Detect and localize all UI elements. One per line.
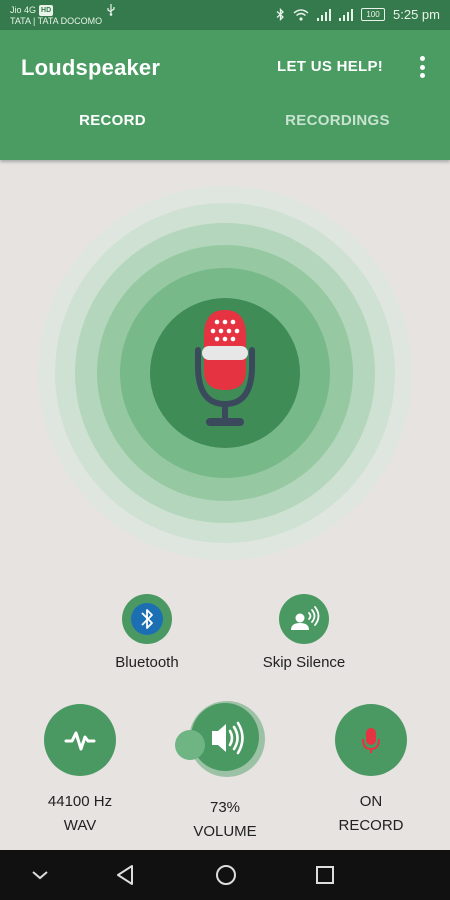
signal-icon bbox=[317, 8, 332, 21]
back-icon bbox=[117, 865, 133, 885]
status-icons: 100 5:25 pm bbox=[276, 7, 440, 22]
volume-info: 73% VOLUME bbox=[155, 796, 295, 844]
record-button[interactable] bbox=[150, 298, 300, 448]
navigation-bar bbox=[0, 850, 450, 900]
chevron-down-icon bbox=[32, 871, 48, 880]
speaking-person-icon bbox=[291, 606, 320, 630]
skip-silence-button[interactable] bbox=[279, 594, 329, 644]
wifi-icon bbox=[293, 8, 309, 21]
file-type: WAV bbox=[63, 817, 97, 834]
microphone-small-icon bbox=[362, 728, 380, 753]
record-mode-button[interactable] bbox=[335, 704, 407, 776]
clock: 5:25 pm bbox=[393, 7, 440, 22]
record-ripple bbox=[38, 186, 412, 560]
recents-icon bbox=[316, 866, 334, 884]
volume-label: VOLUME bbox=[193, 823, 257, 840]
record-mode-state: ON bbox=[359, 793, 383, 810]
usb-icon bbox=[107, 4, 115, 16]
home-icon bbox=[216, 865, 236, 885]
sample-rate: 44100 Hz bbox=[47, 793, 113, 810]
skip-silence-label: Skip Silence bbox=[262, 654, 346, 671]
volume-control[interactable] bbox=[168, 700, 268, 780]
nav-home-button[interactable] bbox=[196, 850, 256, 900]
format-info: 44100 Hz WAV bbox=[10, 790, 150, 838]
overflow-menu-icon[interactable] bbox=[416, 54, 428, 80]
bluetooth-icon bbox=[131, 603, 163, 635]
waveform-icon bbox=[64, 731, 96, 751]
record-mode-info: ON RECORD bbox=[301, 790, 441, 838]
nav-hide-button[interactable] bbox=[10, 850, 70, 900]
nav-recents-button[interactable] bbox=[295, 850, 355, 900]
bluetooth-label: Bluetooth bbox=[115, 654, 179, 671]
bluetooth-button[interactable] bbox=[122, 594, 172, 644]
nav-back-button[interactable] bbox=[95, 850, 155, 900]
hd-badge: HD bbox=[39, 4, 54, 16]
help-button[interactable]: LET US HELP! bbox=[277, 58, 383, 75]
carrier-secondary: TATA | TATA DOCOMO bbox=[10, 16, 103, 26]
signal-icon-2 bbox=[339, 8, 354, 21]
format-button[interactable] bbox=[44, 704, 116, 776]
record-mode-label: RECORD bbox=[338, 817, 404, 834]
tab-record[interactable]: RECORD bbox=[0, 112, 225, 129]
carrier-primary: Jio 4G bbox=[10, 4, 37, 15]
volume-value: 73% bbox=[209, 799, 241, 816]
carrier-info: Jio 4G HD TATA | TATA DOCOMO bbox=[10, 4, 116, 27]
app-bar: Loudspeaker LET US HELP! RECORD RECORDIN… bbox=[0, 30, 450, 160]
battery-icon: 100 bbox=[361, 8, 386, 21]
app-title: Loudspeaker bbox=[21, 55, 161, 80]
bluetooth-status-icon bbox=[276, 8, 284, 21]
status-bar: Jio 4G HD TATA | TATA DOCOMO 100 5:25 pm bbox=[0, 0, 450, 30]
volume-knob bbox=[175, 730, 205, 760]
tab-recordings[interactable]: RECORDINGS bbox=[225, 112, 450, 129]
